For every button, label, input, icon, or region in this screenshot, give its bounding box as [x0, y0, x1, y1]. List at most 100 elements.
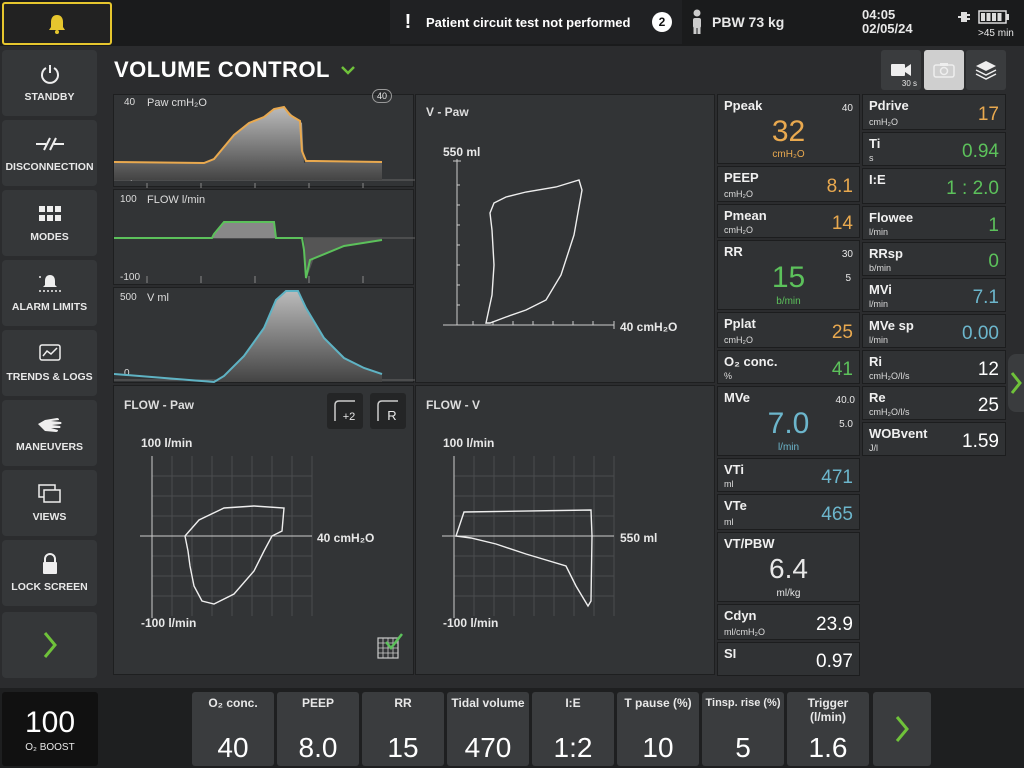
- vt-pbw-unit: ml/kg: [776, 588, 801, 599]
- more-settings-button[interactable]: [873, 692, 931, 766]
- volume-waveform: [114, 290, 415, 384]
- o2-conc-value: 41: [831, 359, 853, 380]
- paw-waveform-panel: 40 -4 Paw cmH₂O 40: [113, 89, 415, 188]
- hand-icon: [37, 418, 61, 432]
- person-icon: [693, 9, 701, 34]
- ti-value: 0.94: [962, 141, 999, 162]
- si-name: SI: [724, 646, 737, 661]
- screenshot-button[interactable]: [924, 50, 964, 90]
- wobvent-unit: J/l: [869, 443, 878, 453]
- patient-info[interactable]: PBW 73 kg: [690, 0, 850, 44]
- modes-button[interactable]: MODES: [2, 190, 97, 256]
- re-unit: cmH₂O/l/s: [869, 407, 910, 417]
- ri-cell[interactable]: Ri cmH₂O/l/s 12: [862, 350, 1006, 384]
- vt-pbw-name: VT/PBW: [724, 536, 775, 551]
- setting-rr[interactable]: RR 15: [362, 692, 444, 766]
- bell-icon: [49, 14, 65, 34]
- right-panel-expand-button[interactable]: [1008, 354, 1024, 412]
- pmean-unit: cmH₂O: [724, 225, 753, 235]
- cdyn-name: Cdyn: [724, 608, 757, 623]
- rrsp-cell[interactable]: RRsp b/min 0: [862, 242, 1006, 276]
- snapshot-gallery-button[interactable]: [966, 50, 1006, 90]
- flowee-name: Flowee: [869, 210, 914, 225]
- v-paw-loop: [443, 159, 615, 329]
- trends-logs-button[interactable]: TRENDS & LOGS: [2, 330, 97, 396]
- mve-high-limit: 40.0: [835, 395, 855, 406]
- rrsp-value: 0: [988, 251, 999, 272]
- rr-cell[interactable]: RR 30 5 15 b/min: [717, 240, 860, 310]
- rr-unit: b/min: [776, 296, 801, 307]
- alarm-limits-button[interactable]: ALARM LIMITS: [2, 260, 97, 326]
- clock: 04:05 02/05/24: [862, 8, 942, 36]
- mode-title: VOLUME CONTROL: [114, 57, 330, 82]
- trends-logs-label: TRENDS & LOGS: [6, 371, 93, 383]
- setting-rr-value: 15: [387, 732, 419, 763]
- pmean-cell[interactable]: Pmean cmH₂O 14: [717, 204, 860, 238]
- o2-conc-name: O₂ conc.: [724, 354, 778, 369]
- wobvent-cell[interactable]: WOBvent J/l 1.59: [862, 422, 1006, 456]
- vt-pbw-value: 6.4: [769, 553, 808, 584]
- flowee-cell[interactable]: Flowee l/min 1: [862, 206, 1006, 240]
- pplat-cell[interactable]: Pplat cmH₂O 25: [717, 312, 860, 348]
- time-text: 04:05: [862, 7, 896, 22]
- peep-cell[interactable]: PEEP cmH₂O 8.1: [717, 166, 860, 202]
- re-name: Re: [869, 390, 886, 405]
- mvi-cell[interactable]: MVi l/min 7.1: [862, 278, 1006, 312]
- setting-o2-conc[interactable]: O₂ conc. 40: [192, 692, 274, 766]
- pdrive-cell[interactable]: Pdrive cmH₂O 17: [862, 94, 1006, 130]
- setting-o2-conc-label: O₂ conc.: [208, 696, 258, 710]
- ti-cell[interactable]: Ti s 0.94: [862, 132, 1006, 166]
- standby-label: STANDBY: [24, 91, 75, 103]
- wobvent-value: 1.59: [962, 431, 999, 452]
- setting-tidal-volume[interactable]: Tidal volume 470: [447, 692, 529, 766]
- o2-boost-button[interactable]: 100 O₂ BOOST: [2, 692, 98, 766]
- lock-icon: [42, 553, 57, 574]
- ie-cell[interactable]: I:E 1 : 2.0: [862, 168, 1006, 204]
- vti-cell[interactable]: VTi ml 471: [717, 458, 860, 492]
- ppeak-cell[interactable]: Ppeak 40 32 cmH₂O: [717, 94, 860, 164]
- disconnection-button[interactable]: DISCONNECTION: [2, 120, 97, 186]
- lock-screen-button[interactable]: LOCK SCREEN: [2, 540, 97, 606]
- flow-v-loop-panel: FLOW - V 100 l/min -100 l/min 550 ml: [415, 385, 715, 675]
- mve-sp-cell[interactable]: MVe sp l/min 0.00: [862, 314, 1006, 348]
- mvi-name: MVi: [869, 282, 892, 297]
- chevron-right-icon: [895, 716, 909, 742]
- setting-trigger[interactable]: Trigger (l/min) 1.6: [787, 692, 869, 766]
- cdyn-value: 23.9: [816, 614, 853, 635]
- o2-boost-label: O₂ BOOST: [25, 741, 75, 753]
- rrsp-name: RRsp: [869, 246, 903, 261]
- vt-pbw-cell[interactable]: VT/PBW 6.4 ml/kg: [717, 532, 860, 602]
- chevron-right-icon: [43, 632, 57, 658]
- mode-selector[interactable]: VOLUME CONTROL: [114, 57, 356, 83]
- setting-t-pause[interactable]: T pause (%) 10: [617, 692, 699, 766]
- loop-grid-toggle-button[interactable]: [376, 632, 404, 660]
- sidebar-expand-button[interactable]: [2, 612, 97, 678]
- si-cell[interactable]: SI 0.97: [717, 642, 860, 676]
- o2-conc-cell[interactable]: O₂ conc. % 41: [717, 350, 860, 384]
- cdyn-cell[interactable]: Cdyn ml/cmH₂O 23.9: [717, 604, 860, 640]
- re-cell[interactable]: Re cmH₂O/l/s 25: [862, 386, 1006, 420]
- plug-icon: [958, 12, 970, 22]
- setting-tinsp-rise[interactable]: Tinsp. rise (%) 5: [702, 692, 784, 766]
- setting-peep-value: 8.0: [298, 732, 338, 763]
- setting-ie[interactable]: I:E 1:2: [532, 692, 614, 766]
- ppeak-name: Ppeak: [724, 98, 763, 113]
- pdrive-name: Pdrive: [869, 98, 909, 113]
- maneuvers-button[interactable]: MANEUVERS: [2, 400, 97, 466]
- alarm-silence-button[interactable]: [2, 2, 112, 45]
- mve-sp-unit: l/min: [869, 335, 889, 345]
- alarm-message-text: Patient circuit test not performed: [426, 14, 631, 30]
- rr-value: 15: [771, 261, 806, 294]
- grid-check-icon: [377, 633, 403, 659]
- flowee-unit: l/min: [869, 227, 889, 237]
- flow-paw-loop: [140, 456, 313, 618]
- video-record-button[interactable]: 30 s: [881, 50, 921, 90]
- views-button[interactable]: VIEWS: [2, 470, 97, 536]
- chevron-down-icon: [341, 66, 355, 75]
- standby-button[interactable]: STANDBY: [2, 50, 97, 116]
- mve-cell[interactable]: MVe 40.0 5.0 7.0 l/min: [717, 386, 860, 456]
- setting-peep[interactable]: PEEP 8.0: [277, 692, 359, 766]
- vte-cell[interactable]: VTe ml 465: [717, 494, 860, 530]
- alarm-message-bar[interactable]: ! Patient circuit test not performed 2: [390, 0, 682, 44]
- ie-value: 1 : 2.0: [946, 178, 999, 199]
